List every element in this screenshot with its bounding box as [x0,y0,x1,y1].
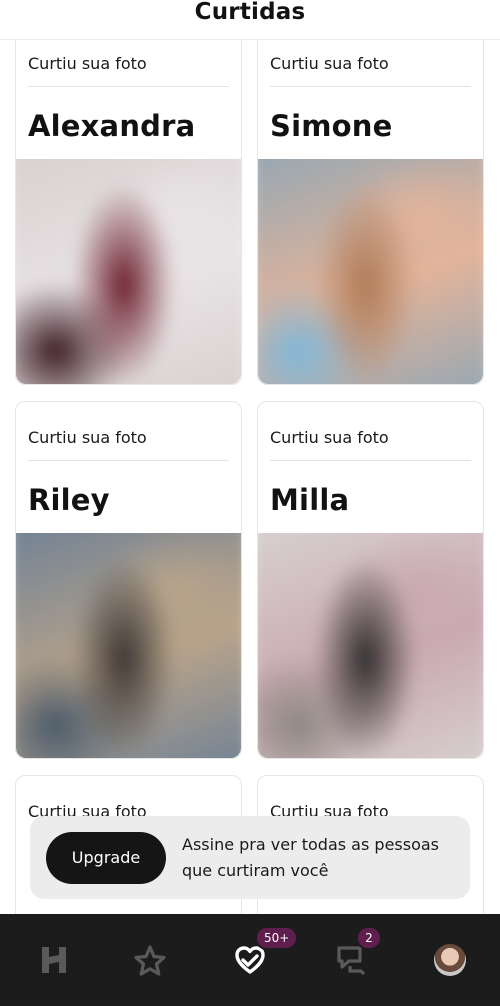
like-type-label: Curtiu sua foto [28,428,147,447]
like-type-label: Curtiu sua foto [270,54,389,73]
liker-photo[interactable] [16,159,241,384]
card-divider [28,86,229,87]
upgrade-button[interactable]: Upgrade [46,831,166,884]
star-icon [134,945,166,976]
likes-heart-icon [235,946,265,974]
liker-photo[interactable] [16,533,241,758]
like-card[interactable]: Curtiu sua foto Alexandra [15,25,242,385]
like-card[interactable]: Curtiu sua foto Milla [257,401,484,759]
bottom-tab-bar: 50+ 2 [0,914,500,1006]
tab-matches[interactable]: 2 [318,914,382,1006]
liker-name: Riley [28,483,110,517]
like-type-label: Curtiu sua foto [270,428,389,447]
liker-name: Alexandra [28,109,196,143]
page-title: Curtidas [194,0,306,25]
tab-standouts[interactable] [118,914,182,1006]
tab-discover[interactable] [22,914,86,1006]
tab-likes[interactable]: 50+ [218,914,299,1006]
liker-photo[interactable] [258,533,483,758]
liker-name: Simone [270,109,393,143]
card-divider [270,86,471,87]
messages-count-badge: 2 [356,926,382,950]
card-divider [270,460,471,461]
page-header: Curtidas [0,0,500,40]
liker-photo[interactable] [258,159,483,384]
upgrade-banner: Upgrade Assine pra ver todas as pessoas … [30,816,470,899]
likes-count-badge: 50+ [255,926,299,950]
like-type-label: Curtiu sua foto [28,54,147,73]
liker-name: Milla [270,483,350,517]
card-divider [28,460,229,461]
tab-profile[interactable] [418,914,482,1006]
profile-avatar-icon [434,944,466,976]
upgrade-message: Assine pra ver todas as pessoas que curt… [182,834,440,880]
like-card[interactable]: Curtiu sua foto Simone [257,25,484,385]
hinge-logo-icon [42,947,66,973]
like-card[interactable]: Curtiu sua foto Riley [15,401,242,759]
